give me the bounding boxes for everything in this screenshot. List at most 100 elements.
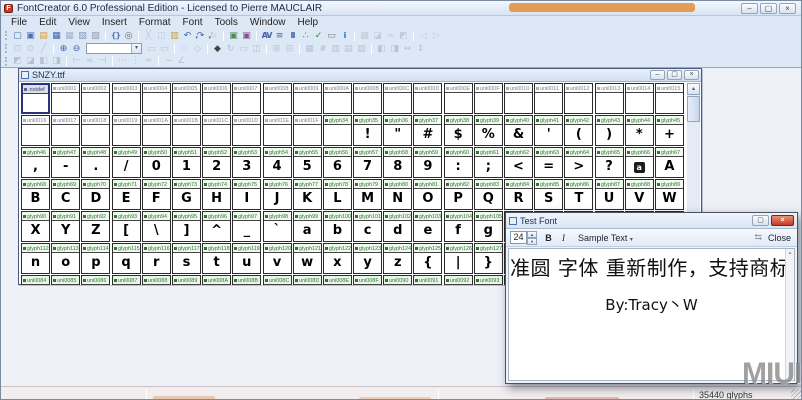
test-font-titlebar[interactable]: Test Font ▢× xyxy=(506,213,797,229)
glyph-cell-uni0006[interactable]: uni0006 xyxy=(202,83,231,114)
arrange-down-button[interactable]: ◨ xyxy=(50,55,63,67)
glyph-cell-uni0016[interactable]: uni0016 xyxy=(21,115,50,146)
glyph-cell-glyph73[interactable]: glyph73G xyxy=(172,179,201,210)
glyph-cell-glyph38[interactable]: glyph38$ xyxy=(444,115,473,146)
glyph-cell-glyph64[interactable]: glyph64> xyxy=(564,147,593,178)
glyph-cell-glyph71[interactable]: glyph71E xyxy=(112,179,141,210)
pen-directions-button[interactable]: ↻ xyxy=(224,43,237,55)
glyph-names-button[interactable]: ◪ xyxy=(371,30,384,42)
zoom-selection-button[interactable]: ▭ xyxy=(145,43,158,55)
glyph-cell-uni000F[interactable]: uni000F xyxy=(474,83,503,114)
flip-vertical-button[interactable]: ↕ xyxy=(414,43,427,55)
align-right-button[interactable]: ◨ xyxy=(388,43,401,55)
glyph-cell-uni0092[interactable]: uni0092 xyxy=(444,275,473,285)
glyph-cell-.notdef[interactable]: .notdef xyxy=(21,83,50,114)
glyph-cell-glyph62[interactable]: glyph62< xyxy=(504,147,533,178)
glyph-cell-glyph74[interactable]: glyph74H xyxy=(202,179,231,210)
glyph-cell-glyph46[interactable]: glyph46, xyxy=(21,147,50,178)
glyph-cell-glyph114[interactable]: glyph114p xyxy=(81,243,110,274)
paste-button[interactable]: ▥ xyxy=(168,30,181,42)
glyph-cell-glyph70[interactable]: glyph70D xyxy=(81,179,110,210)
minimize-button[interactable]: ‒ xyxy=(650,70,665,80)
glyph-cell-uni008F[interactable]: uni008F xyxy=(353,275,382,285)
show-grid-button[interactable]: ▦ xyxy=(303,43,316,55)
glyph-cell-uni000D[interactable]: uni000D xyxy=(413,83,442,114)
zoom-combobox-value[interactable] xyxy=(87,44,131,53)
redo-button[interactable]: ↷▾ xyxy=(194,30,207,42)
glyph-cell-glyph36[interactable]: glyph36" xyxy=(383,115,412,146)
glyph-cell-glyph86[interactable]: glyph86T xyxy=(564,179,593,210)
restore-button[interactable]: ▢ xyxy=(667,70,682,80)
glyph-cell-glyph104[interactable]: glyph104f xyxy=(444,211,473,242)
glyph-cell-glyph65[interactable]: glyph65? xyxy=(595,147,624,178)
arrange-up-button[interactable]: ◧ xyxy=(37,55,50,67)
distribute-vertical-button[interactable]: ⋮ xyxy=(129,55,142,67)
autokern-button[interactable]: AV xyxy=(260,30,273,42)
open-font-button[interactable]: ▤ xyxy=(37,30,50,42)
menu-font[interactable]: Font xyxy=(177,17,209,28)
new-from-installed-font-button[interactable]: ▣ xyxy=(24,30,37,42)
new-font-button[interactable]: ▢ xyxy=(11,30,24,42)
glyph-cell-glyph103[interactable]: glyph103e xyxy=(413,211,442,242)
glyph-cell-glyph72[interactable]: glyph72F xyxy=(142,179,171,210)
size-down-icon[interactable]: ▼ xyxy=(527,238,537,245)
align-left-button[interactable]: ◧ xyxy=(375,43,388,55)
zoom-in-button[interactable]: ⊕ xyxy=(57,43,70,55)
glyph-cell-glyph120[interactable]: glyph120v xyxy=(263,243,292,274)
glyph-cell-uni0015[interactable]: uni0015 xyxy=(655,83,684,114)
glyph-cell-uni008B[interactable]: uni008B xyxy=(232,275,261,285)
close-button[interactable]: × xyxy=(684,70,699,80)
zoom-out-button[interactable]: ⊖ xyxy=(70,43,83,55)
glyph-cell-glyph68[interactable]: glyph68B xyxy=(21,179,50,210)
glyph-cell-glyph59[interactable]: glyph599 xyxy=(413,147,442,178)
show-bearings-button[interactable]: ◫ xyxy=(250,43,263,55)
glyph-cell-glyph81[interactable]: glyph81O xyxy=(413,179,442,210)
glyph-cell-glyph45[interactable]: glyph45+ xyxy=(655,115,684,146)
glyph-cell-glyph47[interactable]: glyph47- xyxy=(51,147,80,178)
glyph-cell-uni0091[interactable]: uni0091 xyxy=(413,275,442,285)
glyph-cell-glyph84[interactable]: glyph84R xyxy=(504,179,533,210)
glyph-cell-glyph37[interactable]: glyph37# xyxy=(413,115,442,146)
export-font-button[interactable]: ▧ xyxy=(76,30,89,42)
glyph-cell-uni001B[interactable]: uni001B xyxy=(172,115,201,146)
align-points-left-button[interactable]: ⊢ xyxy=(70,55,83,67)
glyph-cell-glyph51[interactable]: glyph511 xyxy=(172,147,201,178)
glyph-cell-glyph83[interactable]: glyph83Q xyxy=(474,179,503,210)
glyph-metrics-button[interactable]: ≡ xyxy=(273,30,286,42)
glyph-cell-uni0017[interactable]: uni0017 xyxy=(51,115,80,146)
maximize-button[interactable]: ▢ xyxy=(760,3,777,14)
arrange-back-button[interactable]: ◪ xyxy=(24,55,37,67)
glyph-cell-uni0008[interactable]: uni0008 xyxy=(263,83,292,114)
glyph-cell-uni0002[interactable]: uni0002 xyxy=(81,83,110,114)
glyph-cell-glyph119[interactable]: glyph119u xyxy=(232,243,261,274)
glyph-cell-uni0088[interactable]: uni0088 xyxy=(142,275,171,285)
show-comb-button[interactable]: ▤ xyxy=(342,43,355,55)
glyph-cell-uni008C[interactable]: uni008C xyxy=(263,275,292,285)
glyph-cell-glyph115[interactable]: glyph115q xyxy=(112,243,141,274)
glyph-cell-glyph34[interactable]: glyph34 xyxy=(323,115,352,146)
glyph-cell-uni000E[interactable]: uni000E xyxy=(444,83,473,114)
glyph-cell-glyph95[interactable]: glyph95] xyxy=(172,211,201,242)
insert-glyphs-button[interactable]: ▣ xyxy=(227,30,240,42)
scroll-up-icon[interactable]: ▴ xyxy=(786,249,794,258)
maximize-button[interactable]: ▢ xyxy=(752,215,769,226)
glyph-cell-uni0085[interactable]: uni0085 xyxy=(51,275,80,285)
glyph-cell-glyph96[interactable]: glyph96^ xyxy=(202,211,231,242)
glyph-cell-glyph118[interactable]: glyph118t xyxy=(202,243,231,274)
corner-point-button[interactable]: ∠ xyxy=(175,55,188,67)
glyph-cell-glyph123[interactable]: glyph123y xyxy=(353,243,382,274)
glyph-cell-glyph125[interactable]: glyph125{ xyxy=(413,243,442,274)
menu-format[interactable]: Format xyxy=(133,17,177,28)
glyph-cell-uni0089[interactable]: uni0089 xyxy=(172,275,201,285)
color-palette-button[interactable]: ∴ xyxy=(299,30,312,42)
glyph-cell-uni000B[interactable]: uni000B xyxy=(353,83,382,114)
zoom-fit-button[interactable]: ▭ xyxy=(158,43,171,55)
glyph-cell-uni000C[interactable]: uni000C xyxy=(383,83,412,114)
previous-font-button[interactable]: ◁ xyxy=(417,30,430,42)
toolbar-grip[interactable] xyxy=(5,44,8,53)
knife-mode-button[interactable]: ╱ xyxy=(37,43,50,55)
glyph-cell-uni0005[interactable]: uni0005 xyxy=(172,83,201,114)
arrange-front-button[interactable]: ◩ xyxy=(11,55,24,67)
snap-to-grid-button[interactable]: ⊞ xyxy=(270,43,283,55)
next-font-button[interactable]: ▷ xyxy=(430,30,443,42)
